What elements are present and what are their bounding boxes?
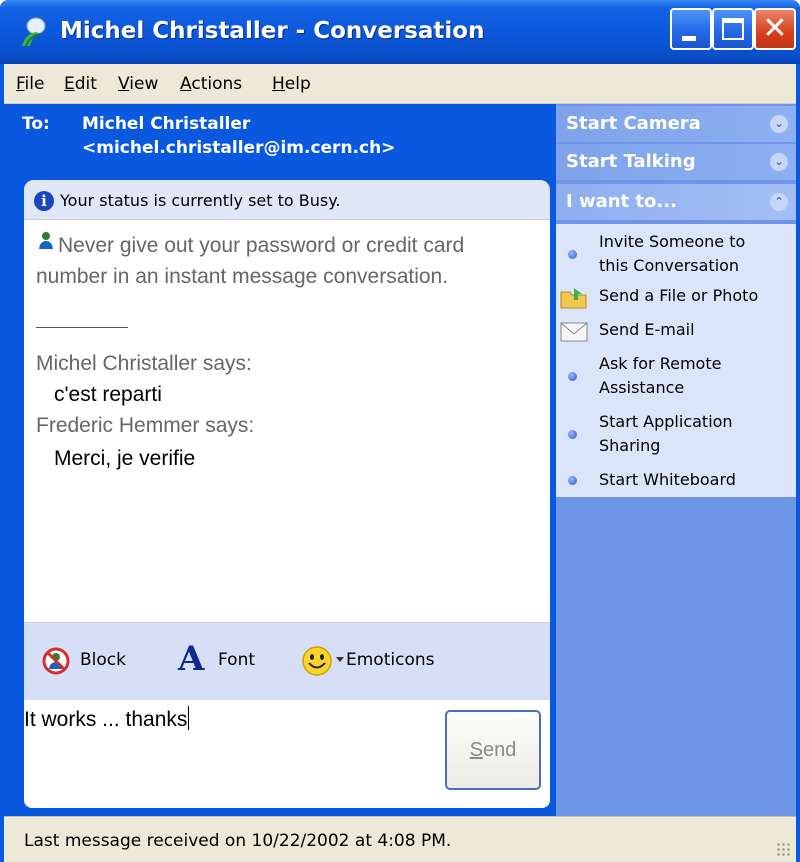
divider	[36, 327, 128, 328]
task-send-email[interactable]: Send E-mail	[556, 318, 796, 346]
task-invite-someone[interactable]: Invite Someone to this Conversation	[556, 230, 796, 278]
menu-actions[interactable]: Actions	[180, 74, 242, 94]
compose-toolbar: Block A Font Emoticons	[24, 622, 550, 700]
message-sender: Michel Christaller says:	[36, 352, 252, 375]
message-sender: Frederic Hemmer says:	[36, 414, 255, 437]
menu-view-mnemonic: V	[118, 74, 130, 94]
task-label: Invite Someone to	[599, 232, 746, 251]
buddy-warning-icon	[39, 232, 53, 249]
message-text: c'est reparti	[54, 383, 162, 406]
menu-help-mnemonic: H	[272, 74, 285, 94]
maximize-icon	[722, 18, 744, 40]
task-label: Assistance	[599, 378, 685, 397]
info-icon: i	[34, 191, 54, 211]
status-notice-text: Your status is currently set to Busy.	[60, 191, 341, 210]
menu-bar: File Edit View Actions Help	[4, 64, 796, 104]
emoticons-dropdown-arrow-icon[interactable]	[336, 657, 344, 662]
menu-edit[interactable]: Edit	[64, 74, 97, 94]
i-want-to-label: I want to...	[566, 191, 677, 212]
bullet-icon	[568, 476, 577, 485]
text-caret	[188, 706, 190, 730]
task-label: Start Application	[599, 412, 733, 431]
recipient-name: Michel Christaller	[82, 114, 251, 134]
bullet-icon	[568, 250, 577, 259]
window-title: Michel Christaller - Conversation	[60, 18, 485, 44]
i-want-to-header[interactable]: I want to... ⌃	[556, 184, 796, 220]
conversation-window: Michel Christaller - Conversation ✕ File…	[0, 0, 800, 862]
block-button[interactable]: Block	[80, 650, 126, 670]
messenger-buddy-icon	[22, 17, 46, 47]
message-input[interactable]: It works ... thanks	[24, 706, 190, 732]
recipient-email: <michel.christaller@im.cern.ch>	[82, 138, 396, 158]
message-text: Merci, je verifie	[54, 447, 196, 470]
compose-area[interactable]: It works ... thanks Send	[24, 700, 550, 808]
menu-file-mnemonic: F	[16, 74, 25, 94]
send-button[interactable]: Send	[445, 710, 541, 790]
resize-grip-icon[interactable]	[776, 842, 790, 856]
menu-edit-rest: dit	[74, 74, 97, 94]
menu-help-rest: elp	[284, 74, 311, 94]
start-camera-header[interactable]: Start Camera ⌄	[556, 106, 796, 142]
start-talking-label: Start Talking	[566, 151, 696, 172]
status-notice: i Your status is currently set to Busy.	[24, 180, 550, 220]
smiley-icon[interactable]	[301, 645, 333, 677]
status-bar: Last message received on 10/22/2002 at 4…	[4, 816, 796, 862]
menu-file[interactable]: File	[16, 74, 44, 94]
expand-chevron-icon[interactable]: ⌄	[770, 153, 788, 171]
block-icon[interactable]	[42, 647, 70, 675]
start-camera-label: Start Camera	[566, 113, 701, 134]
task-label: Start Whiteboard	[599, 470, 736, 489]
task-label: Send E-mail	[599, 320, 695, 339]
close-button[interactable]: ✕	[754, 8, 796, 50]
close-icon: ✕	[762, 11, 788, 46]
task-pane: Start Camera ⌄ Start Talking ⌄ I want to…	[556, 104, 796, 816]
conversation-history[interactable]: i Your status is currently set to Busy. …	[24, 180, 550, 622]
task-remote-assistance[interactable]: Ask for Remote Assistance	[556, 352, 796, 400]
task-list: Invite Someone to this Conversation Send…	[556, 224, 796, 497]
title-bar[interactable]: Michel Christaller - Conversation ✕	[0, 0, 800, 64]
font-icon[interactable]: A	[178, 639, 204, 679]
task-label: Send a File or Photo	[599, 286, 759, 305]
menu-actions-rest: ctions	[191, 74, 243, 94]
task-send-file[interactable]: Send a File or Photo	[556, 284, 796, 312]
emoticons-button[interactable]: Emoticons	[346, 650, 434, 670]
minimize-icon	[682, 36, 696, 41]
collapse-chevron-icon[interactable]: ⌃	[770, 193, 788, 211]
send-label-mnemonic: S	[469, 739, 483, 761]
to-label: To:	[22, 114, 50, 134]
minimize-button[interactable]	[670, 8, 712, 50]
menu-view-rest: iew	[129, 74, 159, 94]
task-label: this Conversation	[599, 256, 740, 275]
maximize-button[interactable]	[712, 8, 754, 50]
bullet-icon	[568, 372, 577, 381]
send-label-post: end	[482, 739, 517, 761]
task-application-sharing[interactable]: Start Application Sharing	[556, 410, 796, 458]
start-talking-header[interactable]: Start Talking ⌄	[556, 144, 796, 180]
envelope-icon	[560, 322, 588, 342]
font-button[interactable]: Font	[218, 650, 255, 670]
task-start-whiteboard[interactable]: Start Whiteboard	[556, 468, 796, 496]
menu-help[interactable]: Help	[272, 74, 311, 94]
security-warning: Never give out your password or credit c…	[36, 234, 465, 288]
folder-icon	[560, 288, 587, 309]
recipient-header: To: Michel Christaller <michel.christall…	[22, 112, 552, 174]
message-input-value: It works ... thanks	[24, 708, 188, 731]
task-label: Ask for Remote	[599, 354, 722, 373]
last-message-status: Last message received on 10/22/2002 at 4…	[24, 831, 452, 851]
menu-view[interactable]: View	[118, 74, 158, 94]
menu-edit-mnemonic: E	[64, 74, 75, 94]
expand-chevron-icon[interactable]: ⌄	[770, 115, 788, 133]
task-label: Sharing	[599, 436, 661, 455]
menu-file-rest: ile	[24, 74, 45, 94]
bullet-icon	[568, 430, 577, 439]
menu-actions-mnemonic: A	[180, 74, 192, 94]
